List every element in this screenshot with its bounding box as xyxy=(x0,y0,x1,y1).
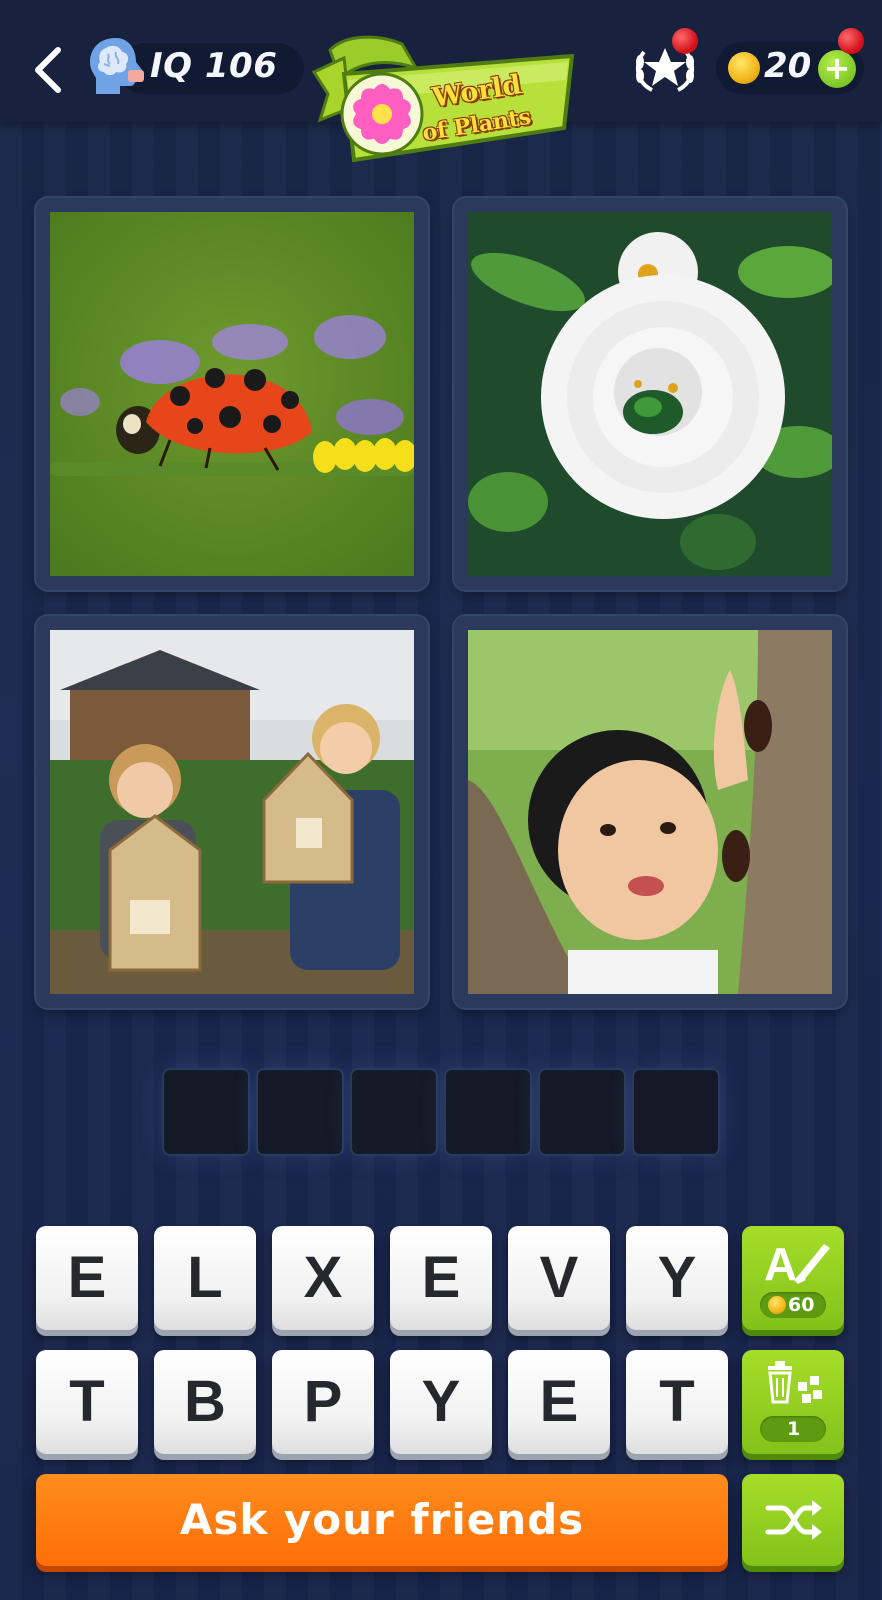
achievements-notification-dot xyxy=(672,28,698,54)
answer-slot[interactable] xyxy=(634,1070,718,1154)
letter-key[interactable]: V xyxy=(508,1226,610,1330)
coin-count: 20 xyxy=(764,46,812,86)
boy-watching-beetles-on-tree-image xyxy=(468,630,832,994)
letter-key[interactable]: E xyxy=(36,1226,138,1330)
ladybug-on-stem-image xyxy=(50,212,414,576)
letter-brush-icon: A xyxy=(764,1238,830,1290)
letter-key[interactable]: X xyxy=(272,1226,374,1330)
answer-slot[interactable] xyxy=(164,1070,248,1154)
letter-key[interactable]: Y xyxy=(626,1226,728,1330)
picture-tile-ladybug[interactable] xyxy=(36,198,428,590)
answer-slot[interactable] xyxy=(540,1070,624,1154)
shuffle-icon xyxy=(765,1500,822,1540)
picture-tile-white-rose-beetle[interactable] xyxy=(454,198,846,590)
shuffle-letters-button[interactable] xyxy=(742,1474,844,1566)
answer-slot[interactable] xyxy=(352,1070,436,1154)
letter-key[interactable]: P xyxy=(272,1350,374,1454)
letter-key[interactable]: L xyxy=(154,1226,256,1330)
white-rose-with-beetle-image xyxy=(468,212,832,576)
brain-icon xyxy=(90,38,144,94)
remove-letters-hint-button[interactable]: 1 xyxy=(742,1350,844,1454)
svg-text:A: A xyxy=(764,1238,797,1290)
back-chevron-icon[interactable] xyxy=(28,44,68,96)
ask-your-friends-button[interactable]: Ask your friends xyxy=(36,1474,728,1566)
picture-tile-boy-beetles[interactable] xyxy=(454,616,846,1008)
coins-notification-dot xyxy=(838,28,864,54)
remove-letters-count: 1 xyxy=(787,1418,801,1440)
iq-level-label: IQ 106 xyxy=(150,46,278,86)
add-coins-button[interactable]: + xyxy=(818,50,856,88)
reveal-letter-hint-button[interactable]: A 60 xyxy=(742,1226,844,1330)
letter-key[interactable]: Y xyxy=(390,1350,492,1454)
reveal-letter-cost: 60 xyxy=(788,1294,815,1316)
letter-key[interactable]: B xyxy=(154,1350,256,1454)
letter-key[interactable]: E xyxy=(390,1226,492,1330)
picture-tile-kids-insect-hotels[interactable] xyxy=(36,616,428,1008)
letter-key[interactable]: T xyxy=(36,1350,138,1454)
letter-key[interactable]: E xyxy=(508,1350,610,1454)
children-holding-insect-hotels-image xyxy=(50,630,414,994)
letter-key[interactable]: T xyxy=(626,1350,728,1454)
coin-icon xyxy=(728,52,760,84)
answer-slot[interactable] xyxy=(258,1070,342,1154)
trash-icon xyxy=(768,1361,822,1404)
coin-icon xyxy=(768,1296,786,1314)
answer-slot[interactable] xyxy=(446,1070,530,1154)
